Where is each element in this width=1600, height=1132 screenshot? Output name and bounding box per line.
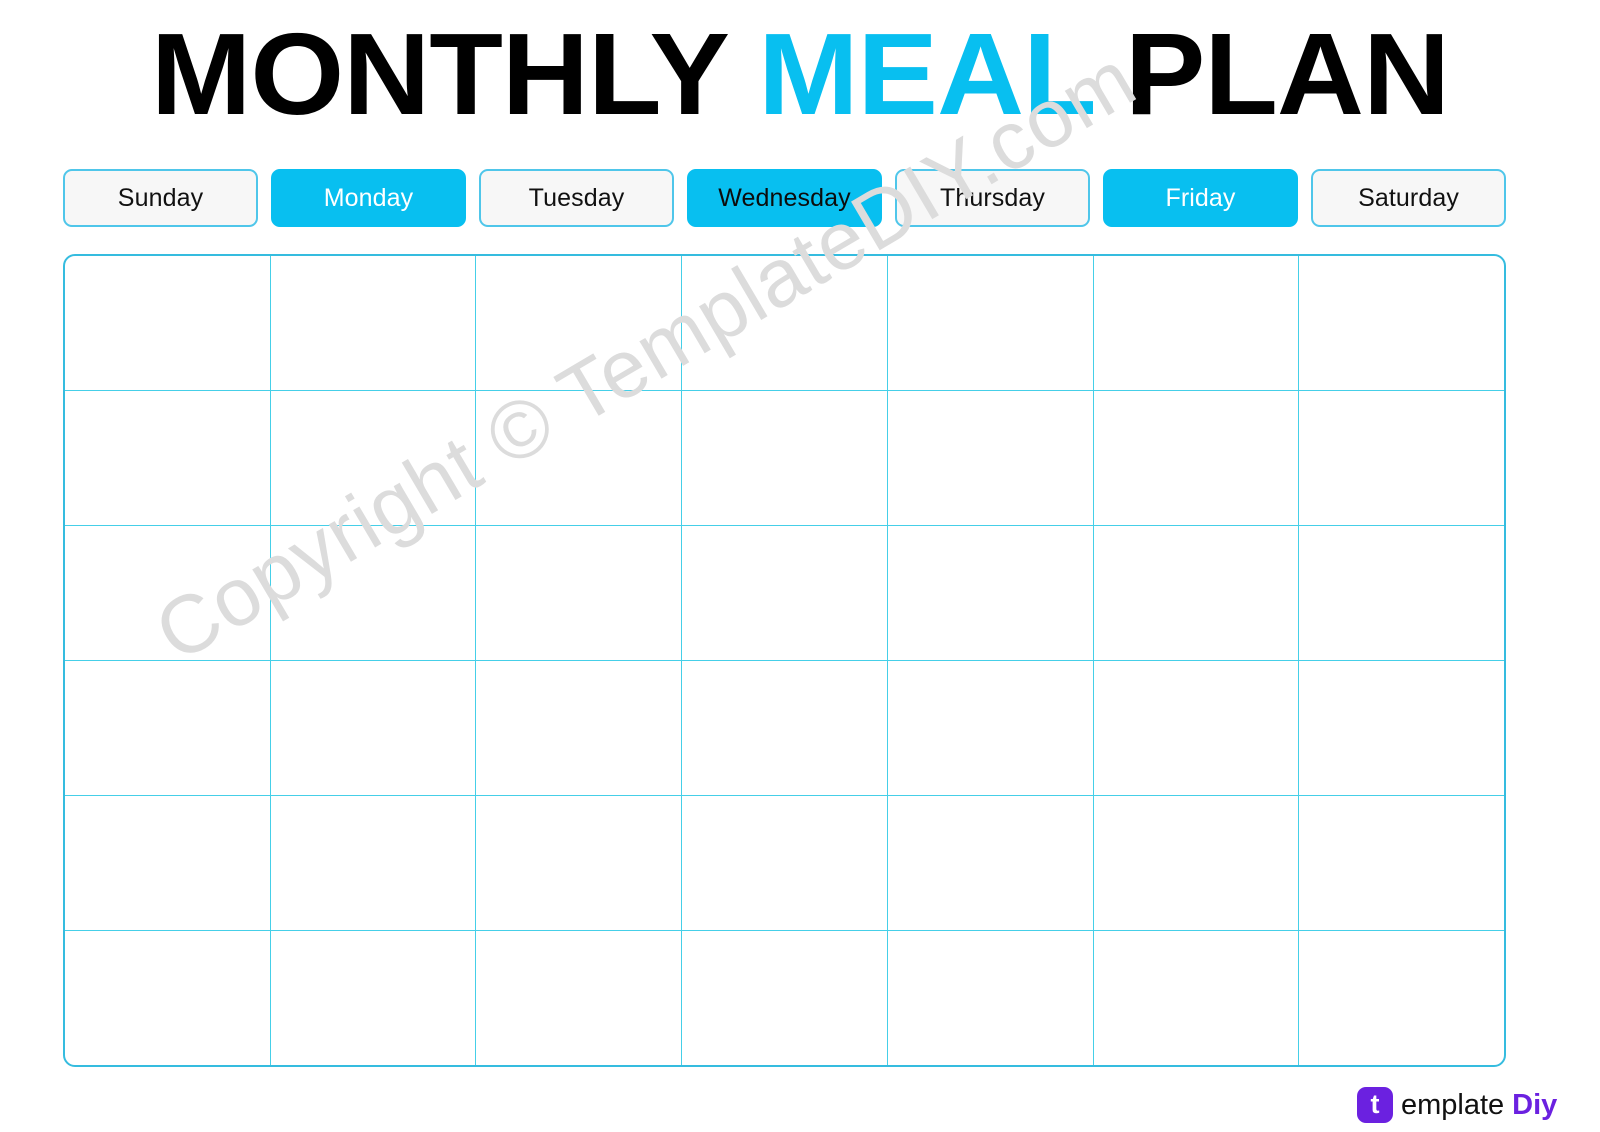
grid-cell[interactable]	[888, 796, 1094, 930]
day-header-thursday-label: Thursday	[939, 183, 1045, 212]
templatediy-logo: t emplate Diy	[1357, 1086, 1557, 1124]
grid-cell[interactable]	[65, 661, 271, 795]
grid-cell[interactable]	[1299, 931, 1504, 1065]
grid-row	[65, 931, 1504, 1065]
grid-row	[65, 526, 1504, 661]
grid-cell[interactable]	[271, 661, 477, 795]
day-header-monday[interactable]: Monday	[271, 169, 466, 227]
grid-cell[interactable]	[476, 526, 683, 660]
grid-cell[interactable]	[682, 526, 888, 660]
grid-row	[65, 661, 1504, 796]
day-header-friday-label: Friday	[1165, 183, 1236, 212]
grid-cell[interactable]	[682, 661, 888, 795]
grid-cell[interactable]	[65, 256, 271, 390]
page-title-part-plan: PLAN	[1124, 9, 1450, 139]
grid-cell[interactable]	[1299, 796, 1504, 930]
logo-badge-icon: t	[1357, 1087, 1393, 1123]
grid-cell[interactable]	[888, 661, 1094, 795]
grid-cell[interactable]	[888, 526, 1094, 660]
grid-cell[interactable]	[682, 796, 888, 930]
grid-cell[interactable]	[1299, 661, 1504, 795]
grid-cell[interactable]	[476, 661, 683, 795]
grid-cell[interactable]	[271, 796, 477, 930]
grid-cell[interactable]	[271, 256, 477, 390]
meal-plan-grid	[63, 254, 1506, 1067]
grid-cell[interactable]	[1299, 256, 1504, 390]
day-header-monday-label: Monday	[323, 183, 414, 212]
day-header-sunday[interactable]: Sunday	[63, 169, 258, 227]
grid-cell[interactable]	[476, 931, 683, 1065]
logo-word-accent: Diy	[1512, 1088, 1558, 1121]
day-header-tuesday[interactable]: Tuesday	[479, 169, 674, 227]
page-title-part-monthly: MONTHLY	[150, 9, 730, 139]
grid-cell[interactable]	[65, 391, 271, 525]
grid-cell[interactable]	[1094, 661, 1300, 795]
grid-cell[interactable]	[476, 391, 683, 525]
meal-plan-page: MONTHLY MEAL PLAN Sunday Monday Tuesday We…	[0, 0, 1600, 1132]
grid-cell[interactable]	[271, 391, 477, 525]
day-header-thursday[interactable]: Thursday	[895, 169, 1090, 227]
grid-cell[interactable]	[1299, 526, 1504, 660]
day-header-saturday-label: Saturday	[1358, 183, 1459, 212]
grid-cell[interactable]	[476, 796, 683, 930]
grid-cell[interactable]	[65, 796, 271, 930]
grid-cell[interactable]	[1299, 391, 1504, 525]
day-header-friday[interactable]: Friday	[1103, 169, 1298, 227]
grid-cell[interactable]	[1094, 256, 1300, 390]
grid-cell[interactable]	[888, 256, 1094, 390]
day-header-tuesday-label: Tuesday	[528, 183, 625, 212]
day-header-saturday[interactable]: Saturday	[1311, 169, 1506, 227]
grid-cell[interactable]	[476, 256, 683, 390]
day-header-wednesday-label: Wednesday	[718, 183, 851, 212]
grid-cell[interactable]	[888, 931, 1094, 1065]
grid-cell[interactable]	[271, 526, 477, 660]
page-title-part-meal: MEAL	[758, 9, 1097, 139]
grid-cell[interactable]	[682, 931, 888, 1065]
logo-word-main: emplate	[1401, 1088, 1505, 1121]
grid-cell[interactable]	[682, 256, 888, 390]
grid-cell[interactable]	[65, 526, 271, 660]
grid-cell[interactable]	[65, 931, 271, 1065]
page-title: MONTHLY MEAL PLAN	[0, 14, 1600, 134]
grid-row	[65, 391, 1504, 526]
grid-cell[interactable]	[1094, 391, 1300, 525]
grid-cell[interactable]	[888, 391, 1094, 525]
grid-row	[65, 796, 1504, 931]
grid-cell[interactable]	[1094, 526, 1300, 660]
grid-row	[65, 256, 1504, 391]
day-header-sunday-label: Sunday	[117, 183, 204, 212]
grid-cell[interactable]	[1094, 796, 1300, 930]
grid-cell[interactable]	[682, 391, 888, 525]
grid-cell[interactable]	[1094, 931, 1300, 1065]
grid-cell[interactable]	[271, 931, 477, 1065]
day-header-row: Sunday Monday Tuesday Wednesday Thursday…	[63, 169, 1506, 227]
day-header-wednesday[interactable]: Wednesday	[687, 169, 882, 227]
